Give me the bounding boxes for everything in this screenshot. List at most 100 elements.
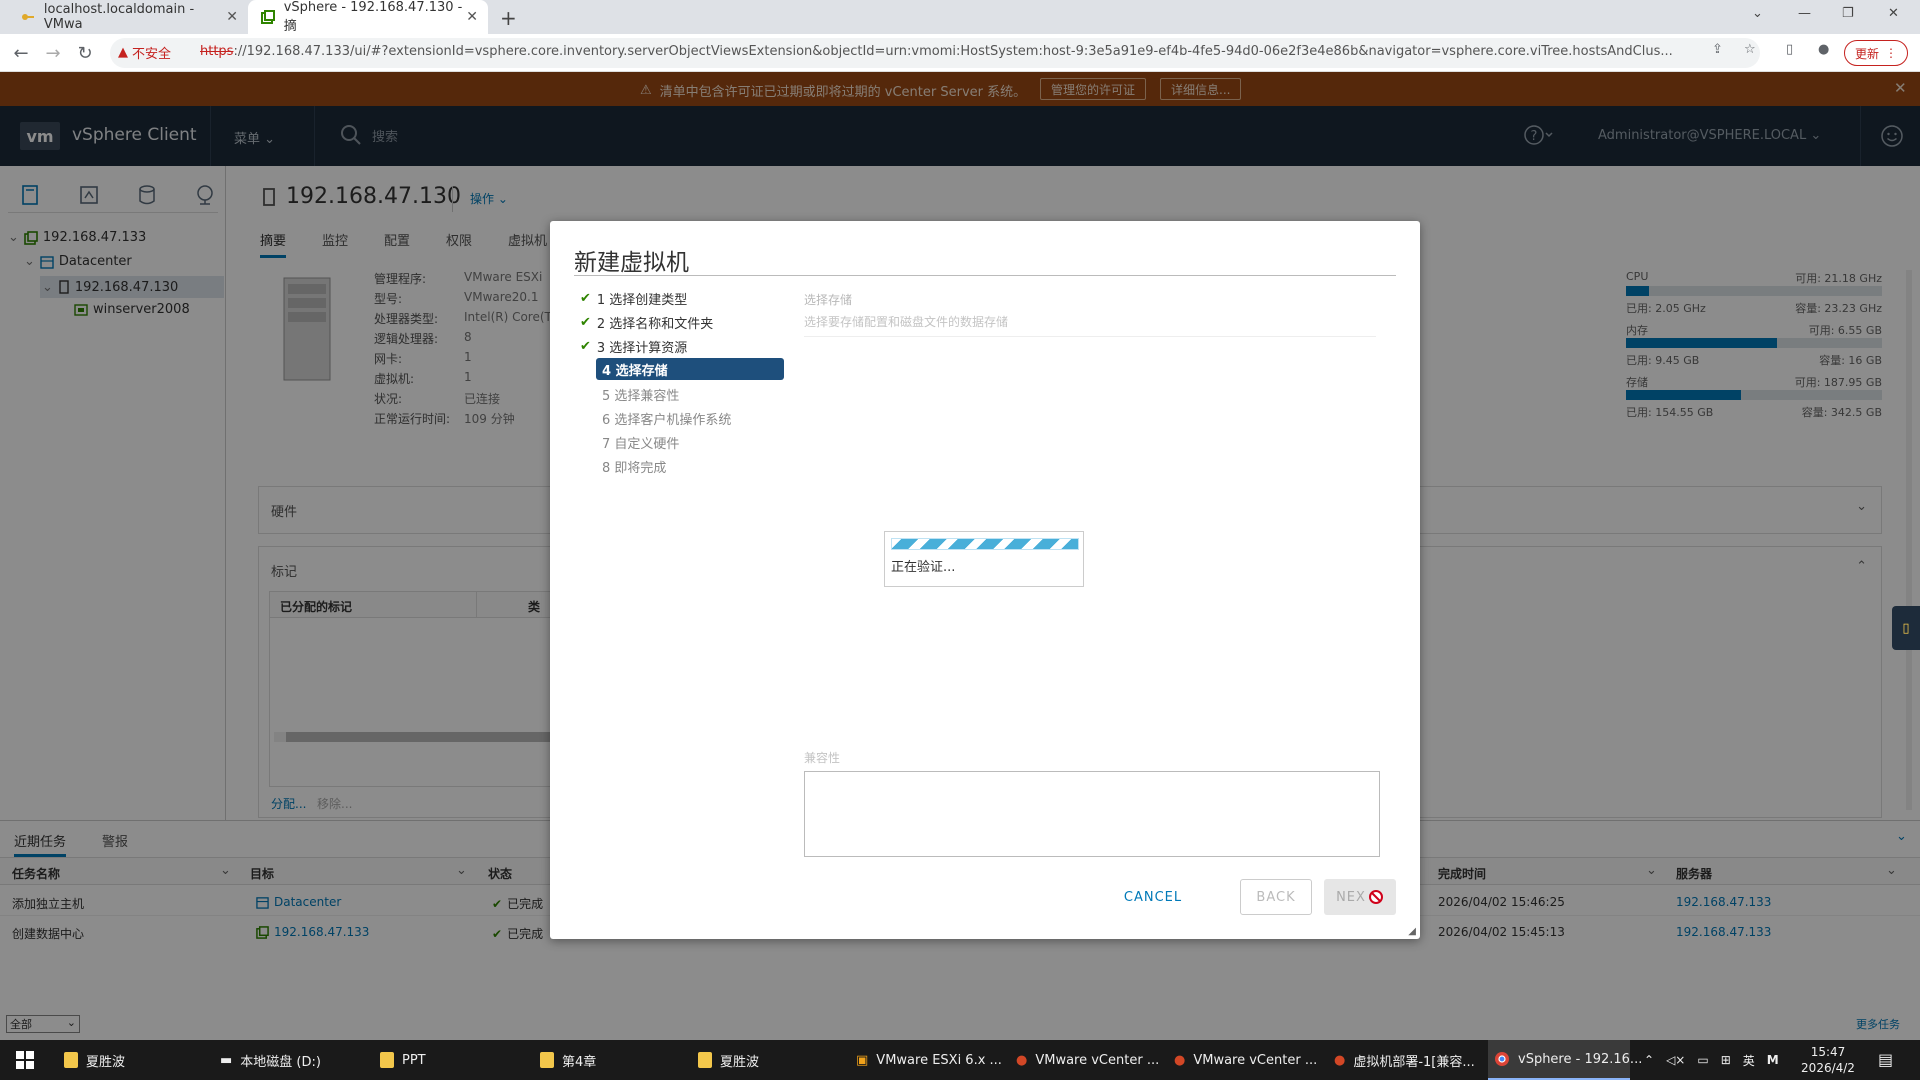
powerpoint-icon: ● [1174, 1052, 1186, 1068]
forward-arrow-icon[interactable]: → [42, 42, 64, 64]
taskbar-label: 虚拟机部署-1[兼容... [1353, 1054, 1475, 1070]
wizard-step-6: 6 选择客户机操作系统 [602, 409, 731, 428]
browser-tab-bar: localhost.localdomain - VMwa ✕ vSphere -… [0, 0, 1920, 34]
taskbar-label: 本地磁盘 (D:) [240, 1054, 321, 1070]
taskbar-label: vSphere - 192.16... [1518, 1051, 1643, 1067]
url-scheme: https [200, 44, 234, 59]
update-button[interactable]: 更新 ⋮ [1843, 40, 1908, 66]
taskbar-item[interactable]: ● VMware vCenter ... [1010, 1040, 1166, 1080]
profile-icon[interactable]: ● [1818, 42, 1829, 57]
update-label: 更新 [1854, 46, 1879, 61]
title-divider [574, 275, 1396, 276]
taskbar-label: VMware ESXi 6.x ... [876, 1052, 1002, 1068]
wizard-step-1[interactable]: ✔ 1 选择创建类型 [580, 289, 687, 308]
restore-icon[interactable]: ❐ [1842, 6, 1854, 21]
resize-handle-icon[interactable]: ◢ [1408, 926, 1416, 937]
check-icon: ✔ [580, 339, 591, 354]
url-text[interactable]: https://192.168.47.133/ui/#?extensionId=… [200, 44, 1740, 59]
cancel-button[interactable]: CANCEL [1108, 879, 1198, 915]
next-label: NEX [1336, 889, 1366, 905]
validating-spinner: 正在验证... [884, 531, 1084, 587]
next-button[interactable]: NEX [1324, 879, 1396, 915]
check-icon: ✔ [580, 315, 591, 330]
taskbar-label: VMware vCenter ... [1193, 1052, 1318, 1068]
panel-subtitle: 选择要存储配置和磁盘文件的数据存储 [804, 315, 1009, 329]
folder-icon [64, 1052, 78, 1068]
notifications-icon[interactable]: ▤ [1878, 1050, 1893, 1069]
chevron-up-icon[interactable]: ⌃ [1644, 1053, 1654, 1067]
step-label: 3 选择计算资源 [596, 341, 688, 356]
network-icon[interactable]: ▭ [1697, 1053, 1708, 1067]
taskbar-item[interactable]: 夏胜波 [58, 1040, 208, 1080]
minimize-icon[interactable]: — [1798, 6, 1811, 21]
loading-text: 正在验证... [891, 560, 956, 575]
taskbar-item[interactable]: ● 虚拟机部署-1[兼容... [1328, 1040, 1486, 1080]
close-window-icon[interactable]: ✕ [1888, 6, 1899, 21]
taskbar-item[interactable]: PPT [374, 1040, 524, 1080]
vmware-icon: ▣ [856, 1052, 869, 1068]
security-warning[interactable]: ▲ 不安全 [118, 43, 171, 62]
taskbar-item[interactable]: 第4章 [534, 1040, 684, 1080]
step-label: 8 即将完成 [602, 461, 667, 476]
progress-stripe [891, 538, 1079, 550]
tab-title: localhost.localdomain - VMwa [43, 2, 195, 32]
taskbar-item[interactable]: ▣ VMware ESXi 6.x ... [850, 1040, 1008, 1080]
wizard-step-3[interactable]: ✔ 3 选择计算资源 [580, 337, 687, 356]
taskbar-label: 夏胜波 [86, 1054, 126, 1070]
back-button[interactable]: BACK [1240, 879, 1312, 915]
input-indicator-icon[interactable]: ⊞ [1721, 1053, 1731, 1067]
taskbar-item-active[interactable]: vSphere - 192.16... [1488, 1040, 1642, 1080]
sidebar-icon[interactable]: ▯ [1786, 42, 1793, 57]
url-rest: ://192.168.47.133/ui/#?extensionId=vsphe… [233, 44, 1673, 59]
taskbar-label: 夏胜波 [720, 1054, 760, 1070]
volume-icon[interactable]: ◁× [1666, 1053, 1685, 1067]
tab-title: vSphere - 192.168.47.130 - 摘 [283, 0, 463, 34]
bookmark-star-icon[interactable]: ☆ [1744, 42, 1756, 57]
step-label: 2 选择名称和文件夹 [596, 317, 714, 332]
clock[interactable]: 15:47 2026/4/2 [1798, 1044, 1858, 1076]
tab-list-icon[interactable]: ⌄ [1752, 6, 1763, 21]
wizard-step-2[interactable]: ✔ 2 选择名称和文件夹 [580, 313, 713, 332]
drive-icon: ▬ [220, 1052, 233, 1068]
check-icon: ✔ [580, 291, 591, 306]
close-tab-icon[interactable]: ✕ [226, 9, 238, 25]
taskbar-item[interactable]: ● VMware vCenter ... [1168, 1040, 1326, 1080]
new-vm-wizard: 新建虚拟机 ✔ 1 选择创建类型 ✔ 2 选择名称和文件夹 ✔ 3 选择计算资源 4 … [550, 221, 1420, 939]
step-label: 7 自定义硬件 [602, 437, 680, 452]
ime-mode-indicator[interactable]: M [1767, 1053, 1779, 1067]
step-label: 5 选择兼容性 [602, 389, 680, 404]
share-icon[interactable]: ⇪ [1712, 42, 1723, 57]
browser-tab-vsphere[interactable]: vSphere - 192.168.47.130 - 摘 ✕ [248, 0, 488, 34]
wizard-step-4[interactable]: 4 选择存储 [596, 358, 784, 380]
back-arrow-icon[interactable]: ← [10, 42, 32, 64]
vsphere-tab-icon [260, 9, 276, 25]
new-tab-button[interactable]: + [500, 6, 517, 30]
address-bar[interactable]: ▲ 不安全 https://192.168.47.133/ui/#?extens… [110, 38, 1760, 68]
taskbar-label: 第4章 [562, 1054, 597, 1070]
clock-time: 15:47 [1810, 1045, 1846, 1059]
folder-icon [698, 1052, 712, 1068]
taskbar-item[interactable]: 夏胜波 [692, 1040, 842, 1080]
step-label: 1 选择创建类型 [596, 293, 688, 308]
not-allowed-cursor-icon [1368, 890, 1383, 904]
warning-triangle-icon: ▲ [118, 45, 128, 60]
start-button[interactable] [10, 1040, 40, 1080]
system-tray: ⌃ ◁× ▭ ⊞ 英 M [1644, 1040, 1779, 1080]
taskbar-label: PPT [402, 1052, 426, 1068]
ime-indicator[interactable]: 英 [1743, 1052, 1755, 1069]
wizard-title: 新建虚拟机 [574, 250, 689, 276]
windows-logo-icon [16, 1051, 34, 1069]
more-menu-icon: ⋮ [1885, 46, 1897, 60]
compatibility-label: 兼容性 [804, 751, 841, 765]
close-tab-icon[interactable]: ✕ [466, 9, 478, 25]
clock-date: 2026/4/2 [1801, 1061, 1855, 1075]
powerpoint-icon: ● [1016, 1052, 1028, 1068]
side-panel-toggle-icon[interactable]: ▯ [1892, 606, 1920, 650]
taskbar-label: VMware vCenter ... [1035, 1052, 1160, 1068]
windows-taskbar: 夏胜波 ▬ 本地磁盘 (D:) PPT 第4章 夏胜波 ▣ VMware ESXi … [0, 1040, 1920, 1080]
powerpoint-icon: ● [1334, 1052, 1346, 1068]
browser-tab-localhost[interactable]: localhost.localdomain - VMwa ✕ [8, 0, 248, 34]
taskbar-item[interactable]: ▬ 本地磁盘 (D:) [214, 1040, 364, 1080]
reload-icon[interactable]: ↻ [74, 42, 96, 64]
folder-icon [540, 1052, 554, 1068]
